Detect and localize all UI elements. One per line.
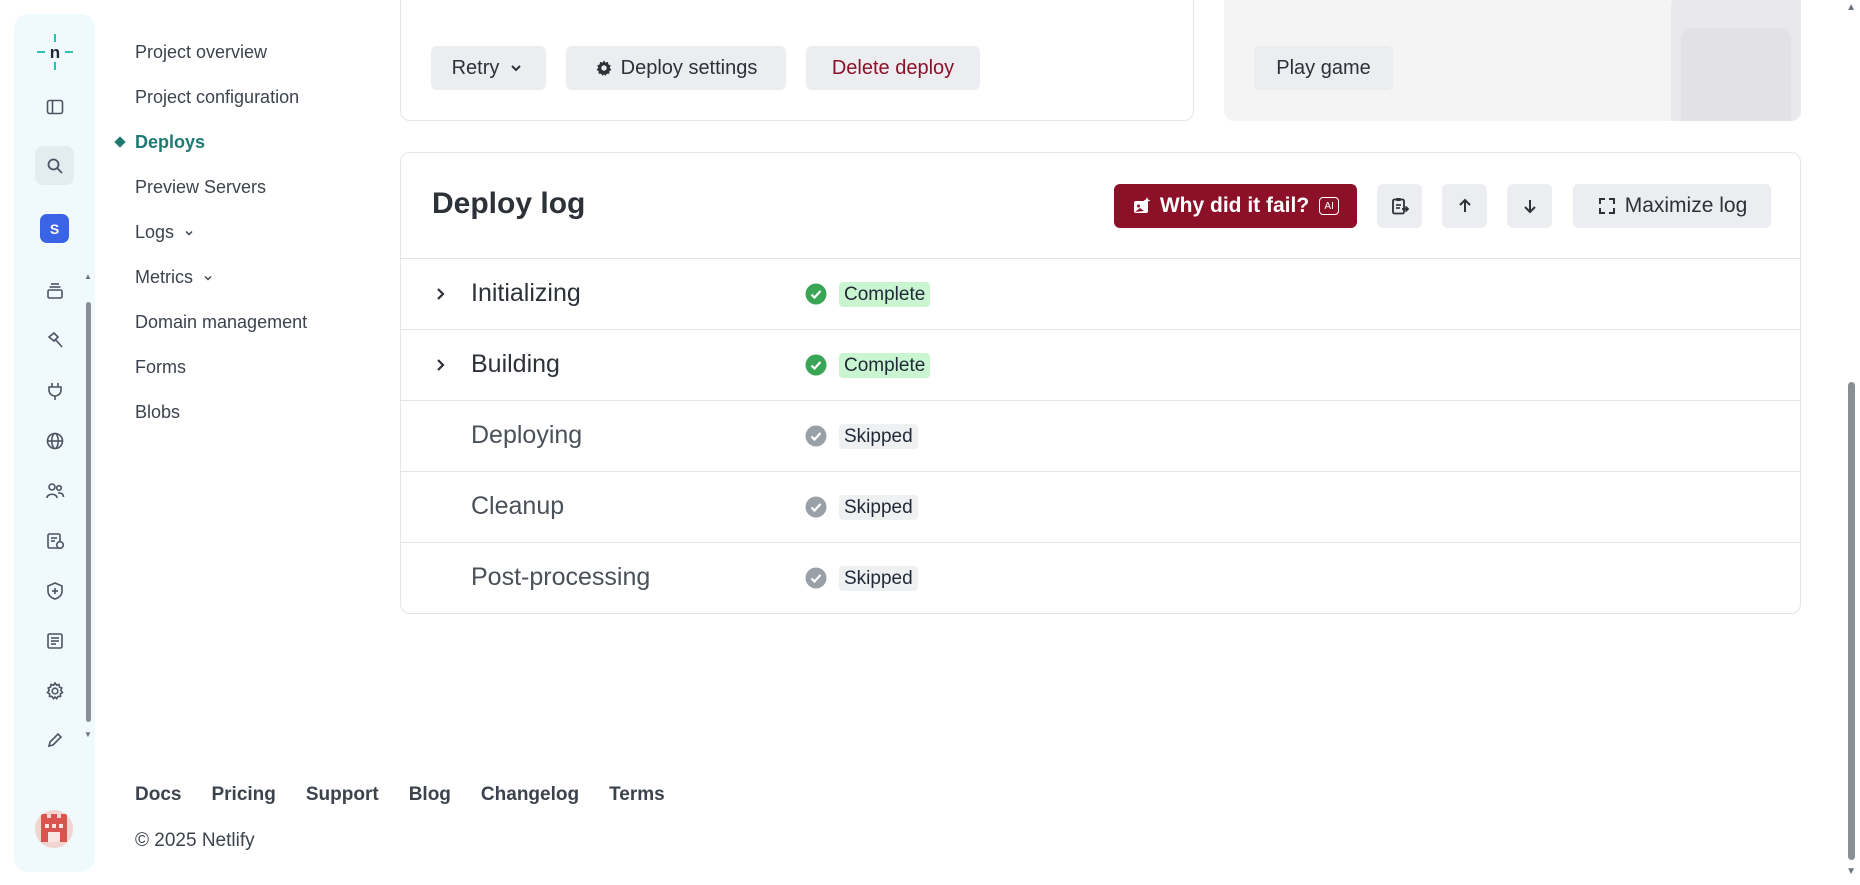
chevron-right-icon[interactable] <box>431 355 451 375</box>
nav-metrics-label: Metrics <box>135 267 193 287</box>
netlify-logo[interactable]: n <box>35 32 75 72</box>
check-circle-icon <box>805 283 827 305</box>
arrow-down-icon <box>1523 200 1536 214</box>
shield-icon[interactable] <box>35 571 74 610</box>
why-did-it-fail-button[interactable]: Why did it fail? AI <box>1114 184 1357 228</box>
arrow-up-icon <box>1458 198 1471 212</box>
chevron-down-icon <box>185 231 193 236</box>
game-card: Play game <box>1224 0 1801 121</box>
log-step-row: Deploying Skipped <box>401 400 1800 471</box>
nav-logs-label: Logs <box>135 222 175 242</box>
footer-link-support[interactable]: Support <box>306 784 379 806</box>
step-name: Initializing <box>471 279 581 307</box>
delete-deploy-label: Delete deploy <box>831 56 955 79</box>
status-badge: Skipped <box>839 495 918 520</box>
check-circle-icon <box>805 567 827 589</box>
step-name: Building <box>471 350 560 378</box>
step-name: Cleanup <box>471 492 565 520</box>
nav-deploys[interactable]: Deploys <box>135 130 205 154</box>
nav-forms[interactable]: Forms <box>135 355 186 379</box>
nav-domain-management[interactable]: Domain management <box>135 310 307 334</box>
billing-icon[interactable] <box>35 521 74 560</box>
clipboard-icon <box>1391 198 1409 215</box>
deploy-settings-button[interactable]: Deploy settings <box>566 46 786 90</box>
retry-label: Retry <box>451 56 500 79</box>
status-badge: Skipped <box>839 424 918 449</box>
log-step-row[interactable]: Building Complete <box>401 329 1800 400</box>
maximize-log-label: Maximize log <box>1624 194 1748 217</box>
page-scroll-thumb[interactable] <box>1848 382 1855 860</box>
play-game-button[interactable]: Play game <box>1254 46 1393 90</box>
footer-link-terms[interactable]: Terms <box>609 784 665 806</box>
footer-link-changelog[interactable]: Changelog <box>481 784 579 806</box>
log-step-row: Post-processing Skipped <box>401 542 1800 613</box>
chevron-down-icon <box>204 276 212 281</box>
status-badge: Complete <box>839 353 931 378</box>
status-badge: Skipped <box>839 566 918 591</box>
scroll-to-top-button[interactable] <box>1442 184 1487 228</box>
ai-tag: AI <box>1319 197 1340 215</box>
deploy-log-panel: Deploy log Why did it fail? AI Maximize … <box>400 152 1801 614</box>
team-badge[interactable]: S <box>40 214 69 243</box>
hammer-icon[interactable] <box>35 321 74 360</box>
nav-project-configuration[interactable]: Project configuration <box>135 85 299 109</box>
nav-metrics[interactable]: Metrics <box>135 265 213 289</box>
chevron-down-icon <box>511 65 522 72</box>
footer-link-pricing[interactable]: Pricing <box>211 784 275 806</box>
log-step-row: Cleanup Skipped <box>401 471 1800 542</box>
footer-links: Docs Pricing Support Blog Changelog Term… <box>135 784 665 806</box>
pen-icon[interactable] <box>35 720 74 759</box>
copyright: © 2025 Netlify <box>135 830 255 851</box>
gear-icon[interactable] <box>35 671 74 710</box>
why-did-it-fail-label: Why did it fail? <box>1159 194 1310 217</box>
deploy-actions-card: Retry Deploy settings Delete deploy <box>400 0 1194 121</box>
plug-icon[interactable] <box>35 371 74 410</box>
delete-deploy-button[interactable]: Delete deploy <box>806 46 980 90</box>
copy-log-button[interactable] <box>1377 184 1422 228</box>
gear-icon <box>596 60 612 76</box>
sparkle-image-icon <box>1133 197 1151 213</box>
scroll-up-icon[interactable]: ▲ <box>1846 2 1856 13</box>
maximize-log-button[interactable]: Maximize log <box>1573 184 1771 228</box>
icon-rail: n S ▲ ▼ <box>14 14 95 872</box>
check-circle-icon <box>805 496 827 518</box>
footer-link-blog[interactable]: Blog <box>409 784 451 806</box>
check-circle-icon <box>805 425 827 447</box>
log-step-row[interactable]: Initializing Complete <box>401 258 1800 329</box>
step-name: Post-processing <box>471 563 651 591</box>
sidebar-toggle-icon[interactable] <box>35 87 74 126</box>
retry-button[interactable]: Retry <box>431 46 546 90</box>
nav-blobs[interactable]: Blobs <box>135 400 180 424</box>
scroll-down-icon[interactable]: ▼ <box>1846 866 1856 877</box>
docs-icon[interactable] <box>35 621 74 660</box>
avatar[interactable] <box>35 810 73 848</box>
nav-logs[interactable]: Logs <box>135 220 194 244</box>
step-name: Deploying <box>471 421 583 449</box>
layers-icon[interactable] <box>35 271 74 310</box>
globe-icon[interactable] <box>35 421 74 460</box>
status-badge: Complete <box>839 282 931 307</box>
rail-scroll-down-icon[interactable]: ▼ <box>84 730 92 739</box>
search-icon[interactable] <box>35 146 74 185</box>
nav-project-overview[interactable]: Project overview <box>135 40 267 64</box>
deploy-settings-label: Deploy settings <box>620 56 758 79</box>
check-circle-icon <box>805 354 827 376</box>
active-indicator <box>114 136 126 148</box>
play-game-label: Play game <box>1276 56 1371 79</box>
maximize-icon <box>1598 198 1615 214</box>
page-scrollbar[interactable]: ▲ ▼ <box>1843 0 1860 885</box>
chevron-right-icon[interactable] <box>431 284 451 304</box>
svg-text:n: n <box>50 43 60 62</box>
deploy-log-title: Deploy log <box>432 187 586 220</box>
users-icon[interactable] <box>35 471 74 510</box>
rail-scroll-up-icon[interactable]: ▲ <box>84 272 92 281</box>
scroll-to-bottom-button[interactable] <box>1507 184 1552 228</box>
rail-scroll-thumb[interactable] <box>86 302 91 722</box>
game-card-decoration <box>1681 28 1791 121</box>
nav-preview-servers[interactable]: Preview Servers <box>135 175 266 199</box>
footer-link-docs[interactable]: Docs <box>135 784 181 806</box>
